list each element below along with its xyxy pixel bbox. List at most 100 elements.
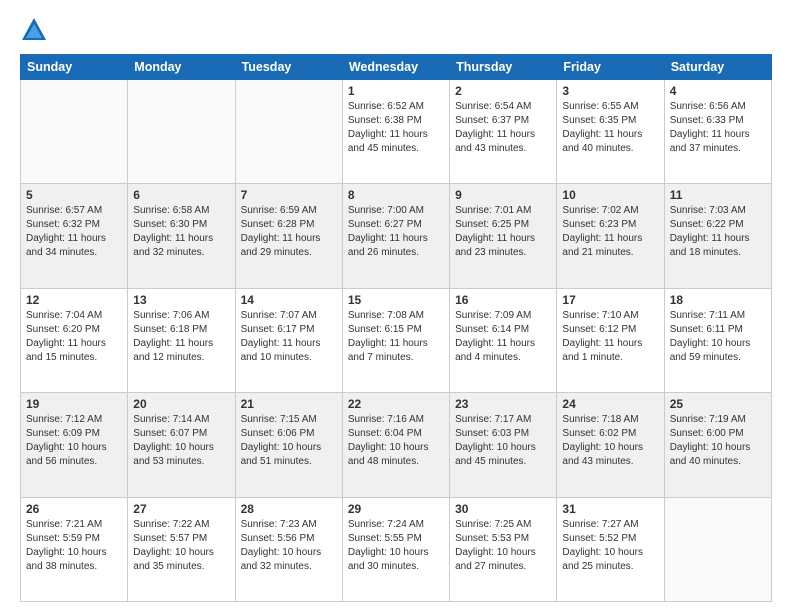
calendar-day-cell: 23 Sunrise: 7:17 AMSunset: 6:03 PMDayligh… <box>450 393 557 497</box>
calendar-day-cell: 16 Sunrise: 7:09 AMSunset: 6:14 PMDayligh… <box>450 288 557 392</box>
cell-info: Sunrise: 7:21 AMSunset: 5:59 PMDaylight:… <box>26 518 122 574</box>
calendar-day-cell: 6 Sunrise: 6:58 AMSunset: 6:30 PMDaylight… <box>128 184 235 288</box>
day-number: 2 <box>455 84 551 98</box>
day-number: 10 <box>562 188 658 202</box>
cell-info: Sunrise: 7:09 AMSunset: 6:14 PMDaylight:… <box>455 309 551 365</box>
cell-info: Sunrise: 7:03 AMSunset: 6:22 PMDaylight:… <box>670 204 766 260</box>
calendar-day-cell <box>21 80 128 184</box>
weekday-header: Monday <box>128 55 235 80</box>
calendar-day-cell: 26 Sunrise: 7:21 AMSunset: 5:59 PMDayligh… <box>21 497 128 601</box>
calendar-day-cell: 8Sunrise: 7:00 AMSunset: 6:27 PMDaylight… <box>342 184 449 288</box>
calendar-day-cell: 10 Sunrise: 7:02 AMSunset: 6:23 PMDayligh… <box>557 184 664 288</box>
calendar-day-cell <box>664 497 771 601</box>
calendar-week-row: 5 Sunrise: 6:57 AMSunset: 6:32 PMDaylight… <box>21 184 772 288</box>
calendar-day-cell <box>235 80 342 184</box>
calendar-day-cell: 4 Sunrise: 6:56 AMSunset: 6:33 PMDaylight… <box>664 80 771 184</box>
cell-info: Sunrise: 6:56 AMSunset: 6:33 PMDaylight:… <box>670 100 766 156</box>
day-number: 4 <box>670 84 766 98</box>
weekday-header: Friday <box>557 55 664 80</box>
weekday-header: Sunday <box>21 55 128 80</box>
calendar-day-cell: 5 Sunrise: 6:57 AMSunset: 6:32 PMDaylight… <box>21 184 128 288</box>
day-number: 5 <box>26 188 122 202</box>
calendar-day-cell: 3 Sunrise: 6:55 AMSunset: 6:35 PMDaylight… <box>557 80 664 184</box>
calendar-week-row: 12 Sunrise: 7:04 AMSunset: 6:20 PMDayligh… <box>21 288 772 392</box>
cell-info: Sunrise: 7:04 AMSunset: 6:20 PMDaylight:… <box>26 309 122 365</box>
day-number: 27 <box>133 502 229 516</box>
cell-info: Sunrise: 7:01 AMSunset: 6:25 PMDaylight:… <box>455 204 551 260</box>
cell-info: Sunrise: 7:19 AMSunset: 6:00 PMDaylight:… <box>670 413 766 469</box>
calendar-day-cell: 2 Sunrise: 6:54 AMSunset: 6:37 PMDaylight… <box>450 80 557 184</box>
cell-info: Sunrise: 7:22 AMSunset: 5:57 PMDaylight:… <box>133 518 229 574</box>
calendar-day-cell: 12 Sunrise: 7:04 AMSunset: 6:20 PMDayligh… <box>21 288 128 392</box>
day-number: 23 <box>455 397 551 411</box>
cell-info: Sunrise: 7:02 AMSunset: 6:23 PMDaylight:… <box>562 204 658 260</box>
calendar-day-cell: 24 Sunrise: 7:18 AMSunset: 6:02 PMDayligh… <box>557 393 664 497</box>
cell-info: Sunrise: 7:25 AMSunset: 5:53 PMDaylight:… <box>455 518 551 574</box>
cell-info: Sunrise: 7:27 AMSunset: 5:52 PMDaylight:… <box>562 518 658 574</box>
day-number: 25 <box>670 397 766 411</box>
cell-info: Sunrise: 6:59 AMSunset: 6:28 PMDaylight:… <box>241 204 337 260</box>
day-number: 19 <box>26 397 122 411</box>
calendar-day-cell: 20 Sunrise: 7:14 AMSunset: 6:07 PMDayligh… <box>128 393 235 497</box>
day-number: 26 <box>26 502 122 516</box>
cell-info: Sunrise: 7:10 AMSunset: 6:12 PMDaylight:… <box>562 309 658 365</box>
calendar-day-cell: 14Sunrise: 7:07 AMSunset: 6:17 PMDayligh… <box>235 288 342 392</box>
calendar-day-cell: 7 Sunrise: 6:59 AMSunset: 6:28 PMDaylight… <box>235 184 342 288</box>
cell-info: Sunrise: 6:58 AMSunset: 6:30 PMDaylight:… <box>133 204 229 260</box>
day-number: 1 <box>348 84 444 98</box>
calendar-day-cell: 29Sunrise: 7:24 AMSunset: 5:55 PMDayligh… <box>342 497 449 601</box>
day-number: 12 <box>26 293 122 307</box>
weekday-header: Thursday <box>450 55 557 80</box>
cell-info: Sunrise: 7:24 AMSunset: 5:55 PMDaylight:… <box>348 518 444 574</box>
day-number: 6 <box>133 188 229 202</box>
day-number: 24 <box>562 397 658 411</box>
day-number: 31 <box>562 502 658 516</box>
calendar-day-cell: 19Sunrise: 7:12 AMSunset: 6:09 PMDayligh… <box>21 393 128 497</box>
cell-info: Sunrise: 7:23 AMSunset: 5:56 PMDaylight:… <box>241 518 337 574</box>
day-number: 7 <box>241 188 337 202</box>
calendar-day-cell: 18 Sunrise: 7:11 AMSunset: 6:11 PMDayligh… <box>664 288 771 392</box>
calendar-day-cell: 1 Sunrise: 6:52 AMSunset: 6:38 PMDaylight… <box>342 80 449 184</box>
cell-info: Sunrise: 6:55 AMSunset: 6:35 PMDaylight:… <box>562 100 658 156</box>
calendar-day-cell: 25 Sunrise: 7:19 AMSunset: 6:00 PMDayligh… <box>664 393 771 497</box>
day-number: 18 <box>670 293 766 307</box>
cell-info: Sunrise: 7:18 AMSunset: 6:02 PMDaylight:… <box>562 413 658 469</box>
cell-info: Sunrise: 6:52 AMSunset: 6:38 PMDaylight:… <box>348 100 444 156</box>
logo <box>20 16 52 44</box>
cell-info: Sunrise: 7:16 AMSunset: 6:04 PMDaylight:… <box>348 413 444 469</box>
cell-info: Sunrise: 7:06 AMSunset: 6:18 PMDaylight:… <box>133 309 229 365</box>
day-number: 16 <box>455 293 551 307</box>
calendar-day-cell: 9Sunrise: 7:01 AMSunset: 6:25 PMDaylight… <box>450 184 557 288</box>
cell-info: Sunrise: 7:11 AMSunset: 6:11 PMDaylight:… <box>670 309 766 365</box>
day-number: 28 <box>241 502 337 516</box>
page-header <box>20 16 772 44</box>
day-number: 21 <box>241 397 337 411</box>
calendar-day-cell: 13 Sunrise: 7:06 AMSunset: 6:18 PMDayligh… <box>128 288 235 392</box>
day-number: 17 <box>562 293 658 307</box>
cell-info: Sunrise: 6:54 AMSunset: 6:37 PMDaylight:… <box>455 100 551 156</box>
day-number: 3 <box>562 84 658 98</box>
calendar-day-cell: 17 Sunrise: 7:10 AMSunset: 6:12 PMDayligh… <box>557 288 664 392</box>
calendar-day-cell: 28 Sunrise: 7:23 AMSunset: 5:56 PMDayligh… <box>235 497 342 601</box>
cell-info: Sunrise: 6:57 AMSunset: 6:32 PMDaylight:… <box>26 204 122 260</box>
day-number: 8 <box>348 188 444 202</box>
day-number: 13 <box>133 293 229 307</box>
calendar-week-row: 1 Sunrise: 6:52 AMSunset: 6:38 PMDaylight… <box>21 80 772 184</box>
calendar-day-cell: 15 Sunrise: 7:08 AMSunset: 6:15 PMDayligh… <box>342 288 449 392</box>
cell-info: Sunrise: 7:08 AMSunset: 6:15 PMDaylight:… <box>348 309 444 365</box>
calendar-day-cell <box>128 80 235 184</box>
logo-icon <box>20 16 48 44</box>
weekday-header: Saturday <box>664 55 771 80</box>
cell-info: Sunrise: 7:15 AMSunset: 6:06 PMDaylight:… <box>241 413 337 469</box>
day-number: 22 <box>348 397 444 411</box>
day-number: 30 <box>455 502 551 516</box>
cell-info: Sunrise: 7:17 AMSunset: 6:03 PMDaylight:… <box>455 413 551 469</box>
cell-info: Sunrise: 7:07 AMSunset: 6:17 PMDaylight:… <box>241 309 337 365</box>
day-number: 20 <box>133 397 229 411</box>
day-number: 15 <box>348 293 444 307</box>
weekday-header: Tuesday <box>235 55 342 80</box>
day-number: 11 <box>670 188 766 202</box>
weekday-header: Wednesday <box>342 55 449 80</box>
cell-info: Sunrise: 7:14 AMSunset: 6:07 PMDaylight:… <box>133 413 229 469</box>
calendar-week-row: 26 Sunrise: 7:21 AMSunset: 5:59 PMDayligh… <box>21 497 772 601</box>
